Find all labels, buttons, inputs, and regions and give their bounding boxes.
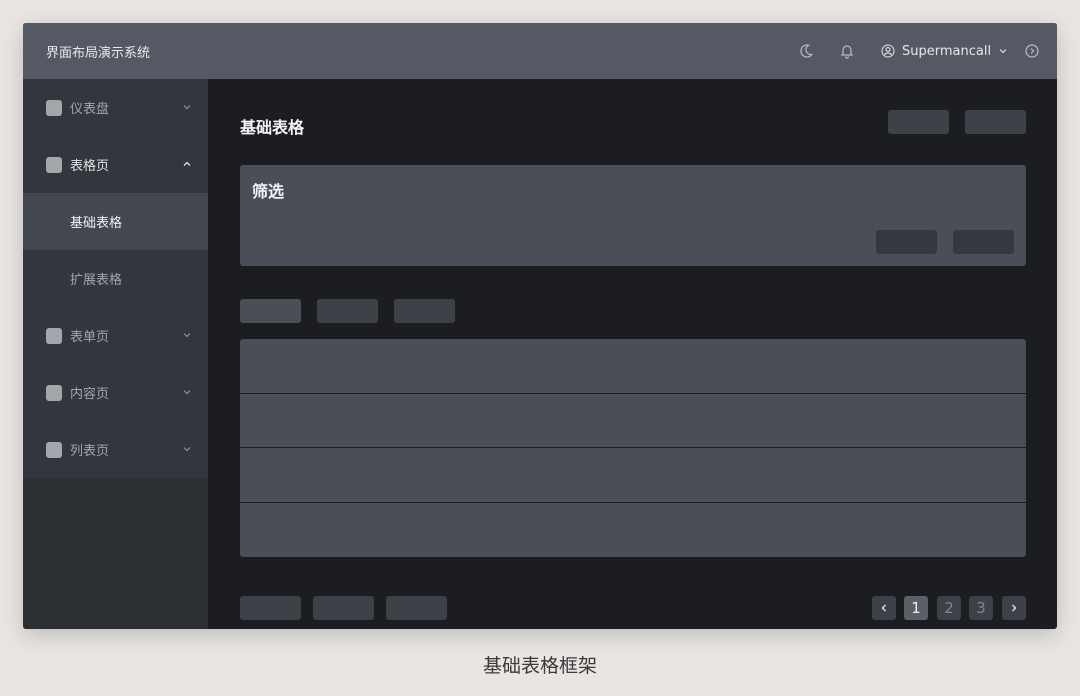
sidebar-item-label: 列表页 xyxy=(70,444,110,459)
sidebar-item-label: 仪表盘 xyxy=(70,102,110,117)
chevron-down-icon xyxy=(183,333,191,338)
sidebar-item-label: 表格页 xyxy=(70,159,110,174)
menu-square-icon xyxy=(46,384,62,401)
menu-square-icon xyxy=(46,99,62,116)
page-title: 基础表格 xyxy=(240,118,305,137)
sidebar-subitem-extended-table[interactable]: 扩展表格 xyxy=(23,250,208,307)
bell-icon[interactable] xyxy=(838,42,856,60)
chevron-down-icon xyxy=(183,390,191,395)
table-row[interactable] xyxy=(240,339,1026,394)
sidebar-subitem-basic-table[interactable]: 基础表格 xyxy=(23,193,208,250)
header-action-button-1[interactable] xyxy=(888,110,949,134)
header-action-button-2[interactable] xyxy=(965,110,1026,134)
table-tab-2[interactable] xyxy=(317,299,378,323)
chevron-left-icon xyxy=(881,604,886,612)
sidebar-item-content[interactable]: 内容页 xyxy=(23,364,208,421)
filter-card: 筛选 xyxy=(240,165,1026,266)
table-tab-3[interactable] xyxy=(394,299,455,323)
data-table xyxy=(240,339,1026,557)
table-row[interactable] xyxy=(240,448,1026,503)
sidebar-menu: 仪表盘 表格页 基础表格 扩展表格 表单页 内容页 列表页 xyxy=(23,79,208,478)
table-row[interactable] xyxy=(240,394,1026,448)
figure-caption: 基础表格框架 xyxy=(482,655,597,677)
sidebar-item-forms[interactable]: 表单页 xyxy=(23,307,208,364)
chevron-right-icon xyxy=(1012,604,1017,612)
sidebar-item-dashboard[interactable]: 仪表盘 xyxy=(23,79,208,136)
bottom-action-button-1[interactable] xyxy=(240,596,301,620)
chevron-down-icon xyxy=(183,447,191,452)
menu-square-icon xyxy=(46,441,62,458)
bottom-action-button-3[interactable] xyxy=(386,596,447,620)
pagination-prev-button[interactable] xyxy=(872,596,896,620)
pagination-next-button[interactable] xyxy=(1002,596,1026,620)
filter-title: 筛选 xyxy=(252,182,285,201)
app-title: 界面布局演示系统 xyxy=(46,46,151,61)
chevron-up-icon xyxy=(183,161,191,166)
pagination-page-1[interactable]: 1 xyxy=(904,596,928,620)
sidebar-item-label: 表单页 xyxy=(70,330,110,345)
sidebar-item-tables[interactable]: 表格页 xyxy=(23,136,208,193)
filter-search-button[interactable] xyxy=(953,230,1014,254)
user-name: Supermancall xyxy=(902,43,992,59)
menu-square-icon xyxy=(46,327,62,344)
top-header: 界面布局演示系统 Supermancall xyxy=(23,23,1057,79)
sidebar-item-lists[interactable]: 列表页 xyxy=(23,421,208,478)
app-window: 界面布局演示系统 Supermancall 仪表盘 表格页 基础表格 扩展表格 … xyxy=(23,23,1057,629)
chevron-down-icon xyxy=(999,49,1007,54)
table-tab-1[interactable] xyxy=(240,299,301,323)
bottom-action-button-2[interactable] xyxy=(313,596,374,620)
pagination-page-2[interactable]: 2 xyxy=(937,596,961,620)
chevron-down-icon xyxy=(183,105,191,110)
sidebar-item-label: 内容页 xyxy=(70,387,110,402)
main-content: 基础表格 筛选 1 2 3 xyxy=(208,79,1057,629)
power-icon[interactable] xyxy=(1023,42,1041,60)
moon-icon[interactable] xyxy=(797,42,815,60)
filter-reset-button[interactable] xyxy=(876,230,937,254)
user-menu[interactable]: Supermancall xyxy=(881,41,1008,61)
table-row[interactable] xyxy=(240,503,1026,558)
sidebar: 仪表盘 表格页 基础表格 扩展表格 表单页 内容页 列表页 xyxy=(23,79,208,629)
pagination-page-3[interactable]: 3 xyxy=(969,596,993,620)
menu-square-icon xyxy=(46,156,62,173)
user-circle-icon xyxy=(881,44,895,58)
